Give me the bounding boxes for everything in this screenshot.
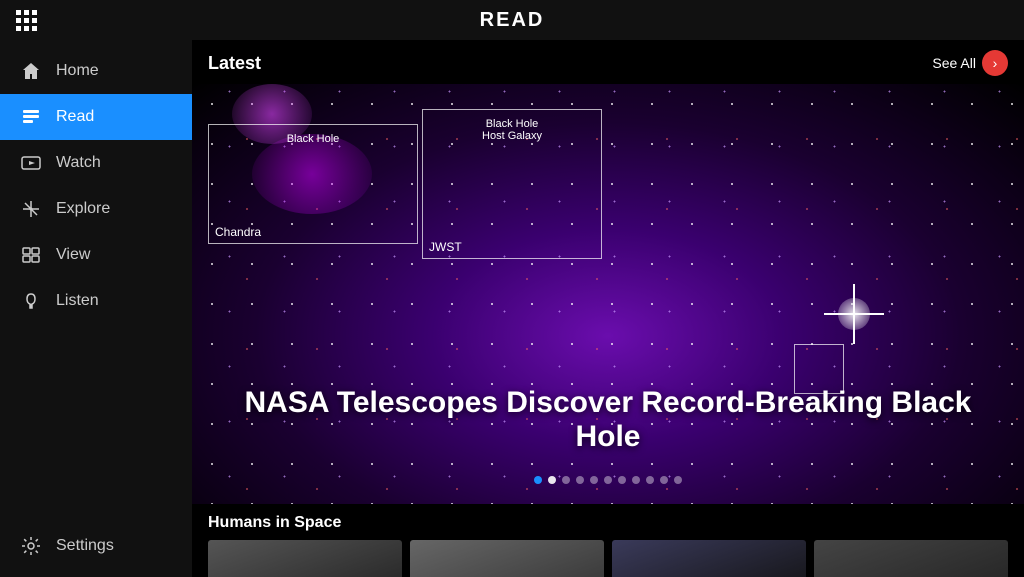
explore-icon xyxy=(20,198,42,220)
see-all-arrow-icon: › xyxy=(982,50,1008,76)
annotation-jwst-sublabel: Black Hole Host Galaxy xyxy=(482,118,542,142)
dot-7[interactable] xyxy=(618,476,626,484)
annotation-jwst-label: JWST xyxy=(429,240,462,254)
sidebar-item-view[interactable]: View xyxy=(0,232,192,278)
see-all-label: See All xyxy=(932,55,976,71)
watch-icon xyxy=(20,152,42,174)
thumbnail-3[interactable] xyxy=(612,540,806,577)
sidebar-label-settings: Settings xyxy=(56,537,114,555)
latest-section-header: Latest See All › xyxy=(192,40,1024,84)
menu-icon[interactable] xyxy=(16,10,37,31)
sidebar-label-home: Home xyxy=(56,62,99,80)
annotation-chandra-label: Chandra xyxy=(215,225,261,239)
dot-11[interactable] xyxy=(674,476,682,484)
settings-icon xyxy=(20,535,42,557)
see-all-button[interactable]: See All › xyxy=(932,50,1008,76)
sidebar-label-explore: Explore xyxy=(56,200,110,218)
annotation-chandra: Black Hole Chandra xyxy=(208,124,418,244)
sidebar-item-read[interactable]: Read xyxy=(0,94,192,140)
annotation-jwst: Black Hole Host Galaxy JWST xyxy=(422,109,602,259)
dot-9[interactable] xyxy=(646,476,654,484)
sidebar-item-explore[interactable]: Explore xyxy=(0,186,192,232)
thumbnails-row xyxy=(208,540,1008,577)
hero-title: NASA Telescopes Discover Record-Breaking… xyxy=(192,386,1024,454)
thumbnail-1[interactable] xyxy=(208,540,402,577)
sidebar-label-read: Read xyxy=(56,108,94,126)
main-layout: Home Read Watch xyxy=(0,40,1024,577)
sidebar-item-watch[interactable]: Watch xyxy=(0,140,192,186)
thumbnail-4[interactable] xyxy=(814,540,1008,577)
bright-star xyxy=(824,284,884,344)
sidebar-label-view: View xyxy=(56,246,90,264)
thumbnail-2[interactable] xyxy=(410,540,604,577)
dot-2[interactable] xyxy=(548,476,556,484)
view-icon xyxy=(20,244,42,266)
dots-container xyxy=(192,476,1024,484)
dot-1[interactable] xyxy=(534,476,542,484)
sidebar-item-settings[interactable]: Settings xyxy=(0,523,192,569)
dot-6[interactable] xyxy=(604,476,612,484)
annotation-chandra-sublabel: Black Hole xyxy=(287,133,340,145)
sidebar-label-watch: Watch xyxy=(56,154,101,172)
humans-section-title: Humans in Space xyxy=(208,514,1008,532)
listen-icon xyxy=(20,290,42,312)
home-icon xyxy=(20,60,42,82)
sidebar-item-listen[interactable]: Listen xyxy=(0,278,192,324)
latest-title: Latest xyxy=(208,53,261,74)
dot-10[interactable] xyxy=(660,476,668,484)
dot-5[interactable] xyxy=(590,476,598,484)
content-area: Latest See All › Black Hole Chandra Blac… xyxy=(192,40,1024,577)
sidebar-item-home[interactable]: Home xyxy=(0,48,192,94)
sidebar: Home Read Watch xyxy=(0,40,192,577)
humans-in-space-section: Humans in Space xyxy=(192,504,1024,577)
dot-4[interactable] xyxy=(576,476,584,484)
read-icon xyxy=(20,106,42,128)
hero-container[interactable]: Black Hole Chandra Black Hole Host Galax… xyxy=(192,84,1024,504)
page-title: READ xyxy=(480,9,545,32)
header: READ xyxy=(0,0,1024,40)
sidebar-label-listen: Listen xyxy=(56,292,99,310)
dot-8[interactable] xyxy=(632,476,640,484)
dot-3[interactable] xyxy=(562,476,570,484)
